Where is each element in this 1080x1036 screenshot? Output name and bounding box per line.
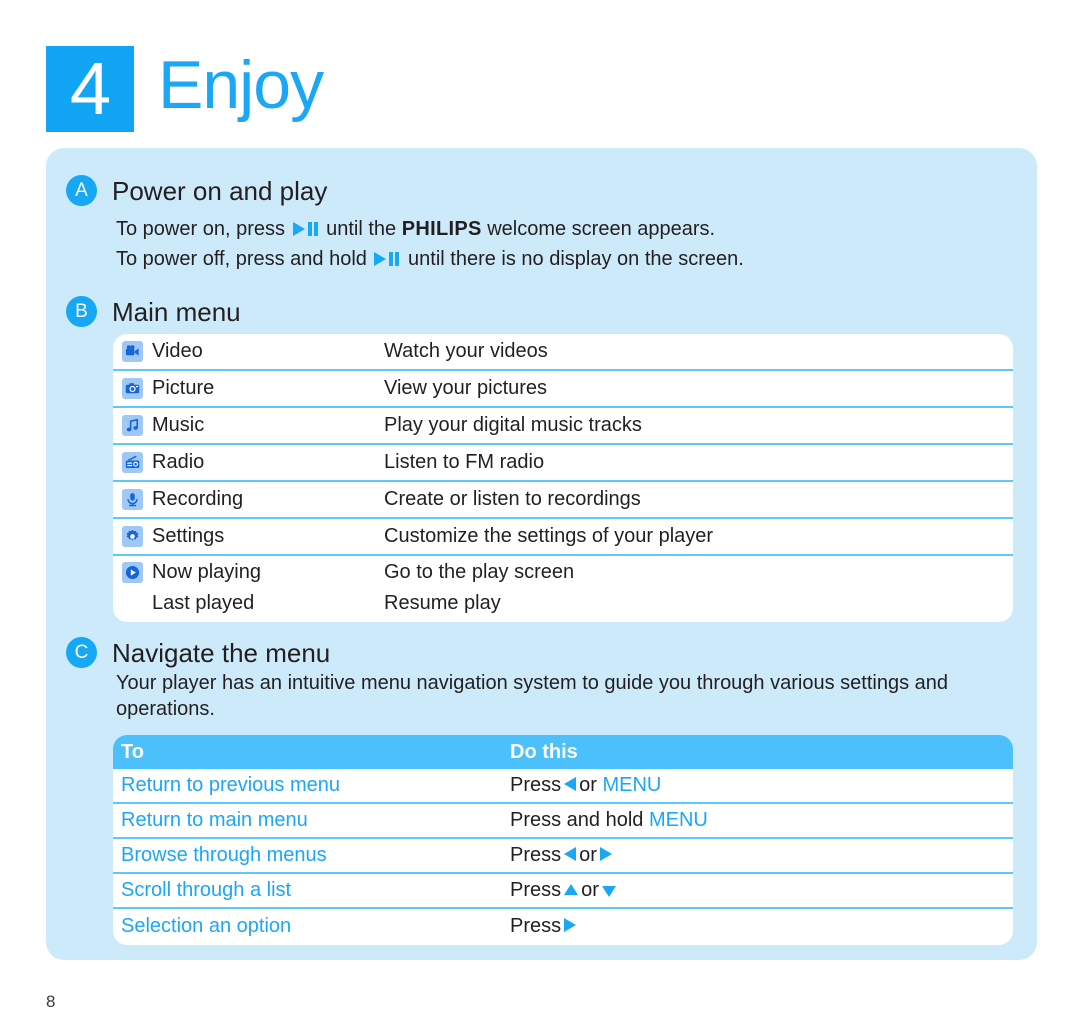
power-on-text-pre: To power on, press — [116, 218, 285, 240]
navigate-instruction: Press — [508, 915, 579, 938]
conjunction-text: or — [581, 879, 599, 901]
power-on-line: To power on, press until the PHILIPS wel… — [116, 216, 744, 242]
arrow-up-icon — [564, 884, 579, 895]
navigate-action-label: Return to previous menu — [121, 774, 341, 796]
menu-row[interactable]: Now playing Go to the play screen — [113, 556, 1013, 588]
menu-row[interactable]: Settings Customize the settings of your p… — [113, 519, 1013, 556]
arrow-left-icon — [564, 847, 577, 861]
section-c-title: Navigate the menu — [112, 637, 331, 668]
radio-icon — [122, 452, 143, 473]
menu-item-description: Listen to FM radio — [384, 451, 545, 473]
main-menu-table: Video Watch your videos Picture View your p… — [113, 334, 1013, 622]
gear-icon — [122, 526, 143, 547]
arrow-left-icon — [564, 777, 577, 791]
section-b-heading: B Main menu — [66, 296, 241, 327]
press-text: Press and hold — [510, 809, 644, 831]
philips-brand-text: PHILIPS — [401, 218, 482, 240]
menu-item-label: Recording — [152, 488, 244, 510]
menu-row[interactable]: Picture View your pictures — [113, 371, 1013, 408]
power-off-text-post: until there is no display on the screen. — [408, 248, 744, 270]
navigate-instruction: Press or MENU — [508, 774, 661, 797]
column-header-to: To — [121, 740, 144, 763]
conjunction-text: or — [579, 844, 597, 866]
section-b-title: Main menu — [112, 296, 241, 327]
menu-item-description: Play your digital music tracks — [384, 414, 642, 436]
column-header-do-this: Do this — [510, 740, 578, 763]
power-off-text-pre: To power off, press and hold — [116, 248, 367, 270]
menu-row[interactable]: Video Watch your videos — [113, 334, 1013, 371]
arrow-right-icon — [564, 918, 577, 932]
menu-keyword: MENU — [602, 774, 662, 796]
play-circle-icon — [122, 561, 143, 583]
menu-item-description: Customize the settings of your player — [384, 525, 714, 547]
menu-item-label: Last played — [152, 591, 255, 614]
navigate-instruction: Press or — [508, 879, 619, 902]
navigate-action-label: Browse through menus — [121, 844, 327, 866]
page-number: 8 — [46, 992, 56, 1011]
chapter-number: 4 — [46, 46, 134, 132]
section-a-title: Power on and play — [112, 175, 328, 206]
menu-item-description: Watch your videos — [384, 340, 548, 362]
menu-row[interactable]: Radio Listen to FM radio — [113, 445, 1013, 482]
menu-row[interactable]: Recording Create or listen to recordings — [113, 482, 1013, 519]
navigate-action-label: Return to main menu — [121, 809, 308, 831]
play-pause-icon — [374, 252, 400, 266]
navigate-table-row[interactable]: Return to main menu Press and hold MENU — [113, 804, 1013, 839]
section-a-badge: A — [66, 175, 97, 206]
navigate-table-row[interactable]: Return to previous menu Press or MENU — [113, 769, 1013, 804]
chapter-title: Enjoy — [158, 47, 324, 123]
navigate-table-row[interactable]: Scroll through a list Press or — [113, 874, 1013, 909]
music-note-icon — [122, 415, 143, 436]
menu-row[interactable]: Last played Resume play — [113, 588, 1013, 618]
navigate-table-header: To Do this — [113, 735, 1013, 769]
section-a-heading: A Power on and play — [66, 175, 327, 206]
arrow-down-icon — [601, 886, 616, 897]
camera-icon — [122, 378, 143, 399]
chapter-header: 4 Enjoy — [46, 46, 324, 132]
press-text: Press — [510, 879, 562, 901]
conjunction-text: or — [579, 774, 597, 796]
navigate-table-row[interactable]: Selection an option Press — [113, 909, 1013, 944]
video-camera-icon — [122, 341, 143, 362]
menu-item-label: Now playing — [152, 560, 261, 583]
menu-icon-placeholder — [122, 593, 143, 614]
menu-item-label: Video — [152, 340, 203, 362]
navigate-menu-table: To Do this Return to previous menu Press or … — [113, 735, 1013, 945]
section-c-badge: C — [66, 637, 97, 668]
menu-item-label: Picture — [152, 377, 215, 399]
power-on-text-post: until the — [326, 218, 397, 240]
navigate-instruction: Press or — [508, 844, 615, 867]
power-on-text-tail: welcome screen appears. — [487, 218, 716, 240]
play-pause-icon — [292, 222, 319, 236]
menu-row[interactable]: Music Play your digital music tracks — [113, 408, 1013, 445]
menu-item-description: View your pictures — [384, 377, 548, 399]
menu-item-label: Settings — [152, 525, 225, 547]
navigate-action-label: Scroll through a list — [121, 879, 292, 901]
section-c-paragraph: Your player has an intuitive menu naviga… — [116, 672, 948, 720]
press-text: Press — [510, 915, 562, 937]
menu-keyword: MENU — [648, 809, 708, 831]
menu-item-description: Create or listen to recordings — [384, 488, 641, 510]
section-b-badge: B — [66, 296, 97, 327]
menu-item-description: Go to the play screen — [384, 560, 575, 583]
section-c-heading: C Navigate the menu — [66, 637, 330, 668]
press-text: Press — [510, 774, 562, 796]
navigate-table-row[interactable]: Browse through menus Press or — [113, 839, 1013, 874]
navigate-action-label: Selection an option — [121, 915, 292, 937]
arrow-right-icon — [599, 847, 612, 861]
microphone-icon — [122, 489, 143, 510]
menu-item-label: Music — [152, 414, 205, 436]
section-a-body: To power on, press until the PHILIPS wel… — [116, 216, 744, 276]
menu-item-description: Resume play — [384, 591, 501, 614]
menu-item-label: Radio — [152, 451, 205, 473]
power-off-line: To power off, press and hold until there… — [116, 246, 744, 272]
navigate-instruction: Press and hold MENU — [508, 809, 708, 832]
press-text: Press — [510, 844, 562, 866]
